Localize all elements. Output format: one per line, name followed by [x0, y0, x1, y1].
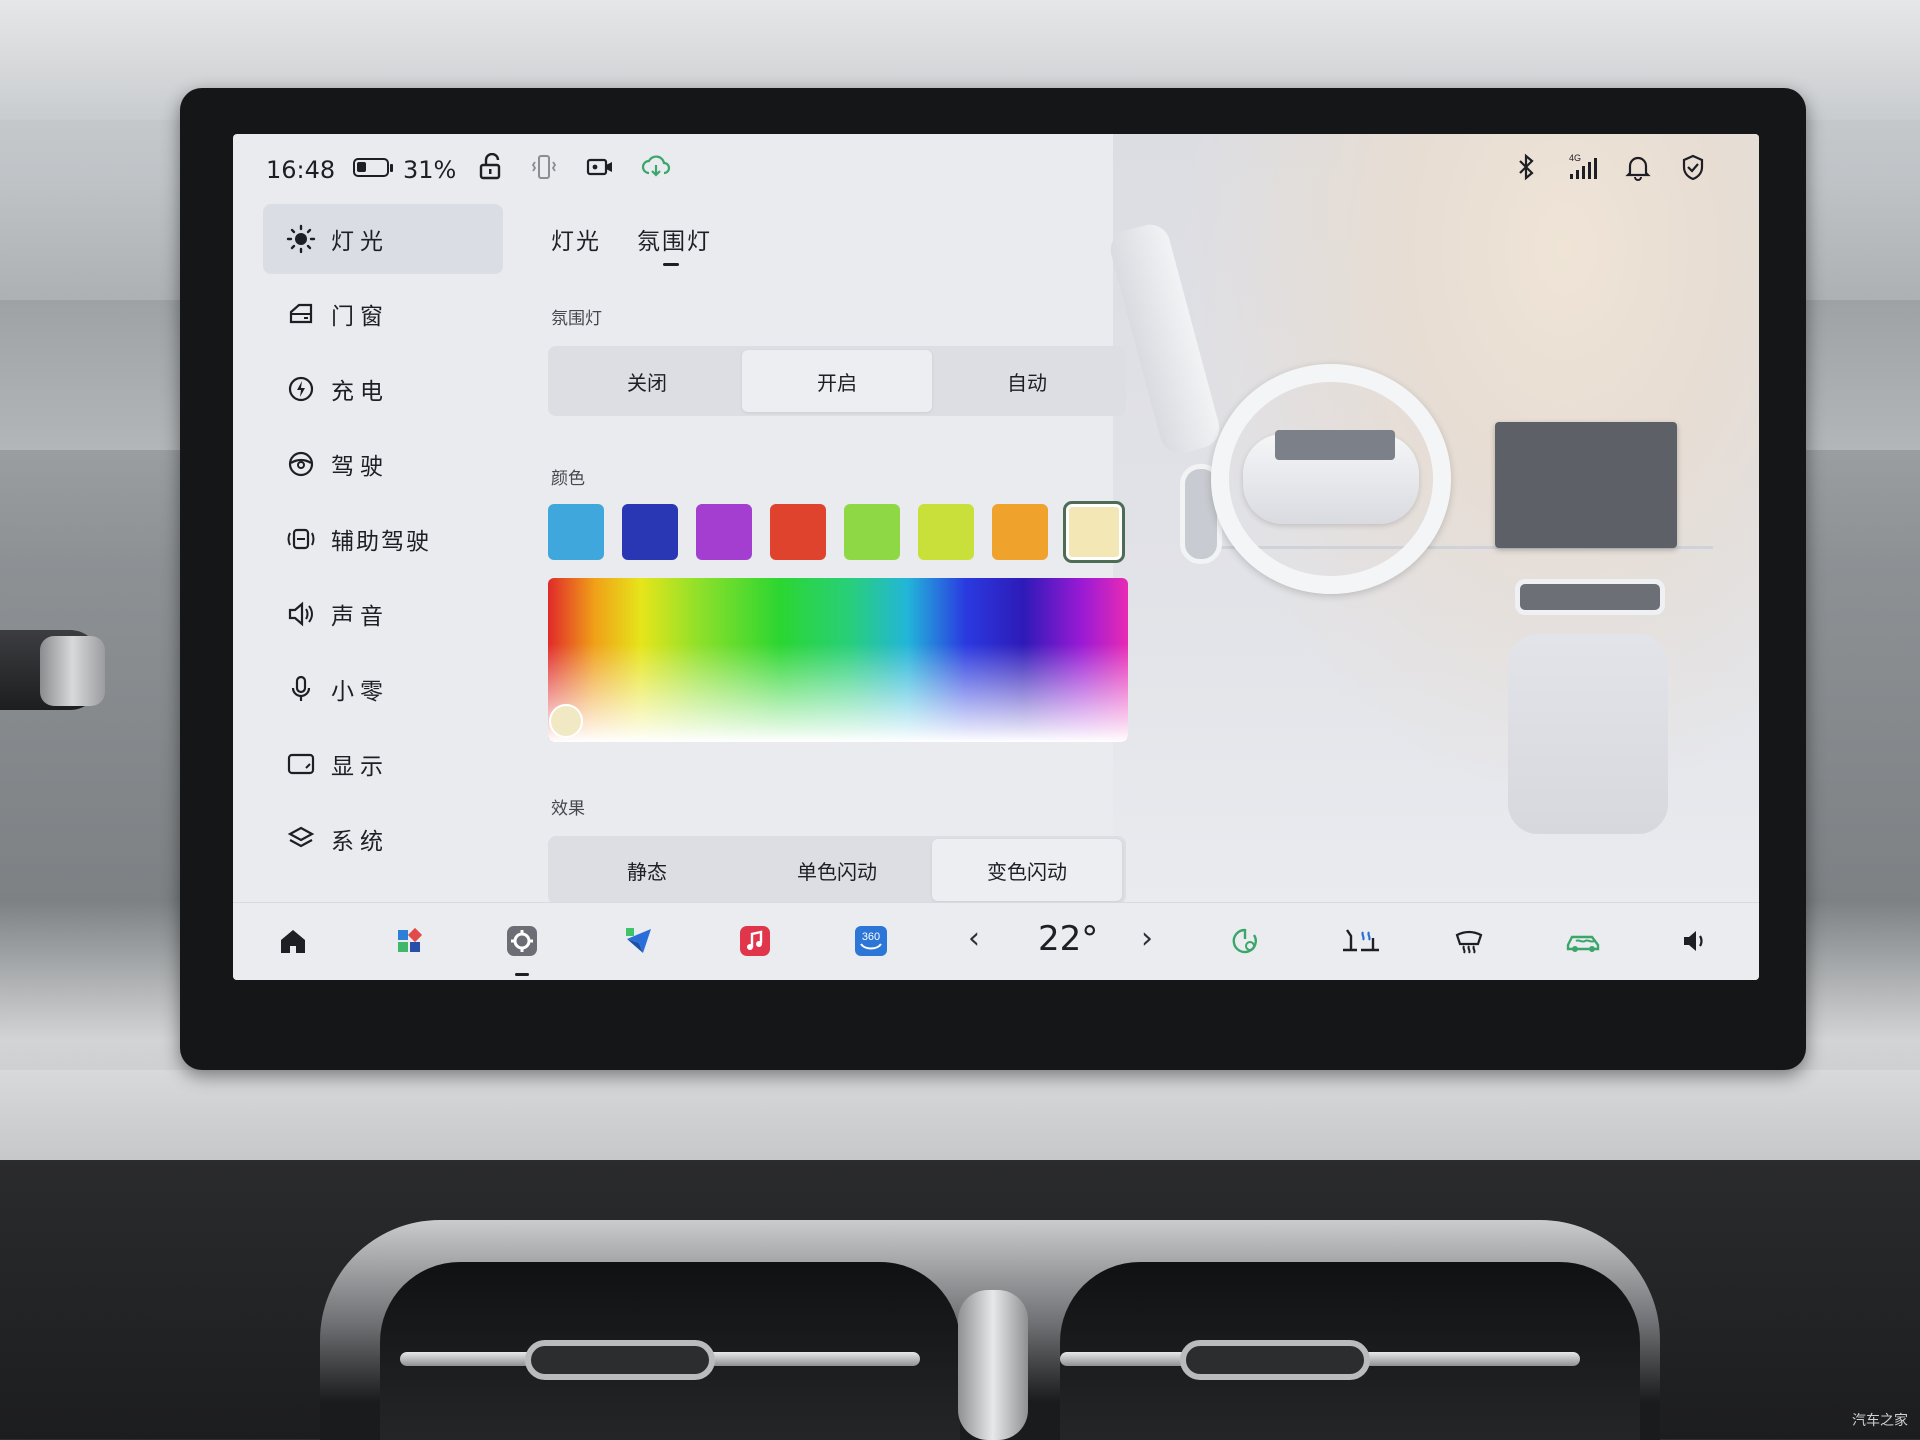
ambient-off-button[interactable]: 关闭 — [552, 350, 742, 412]
illustration-console — [1508, 634, 1668, 834]
color-section-label: 颜色 — [551, 469, 585, 489]
bluetooth-icon[interactable] — [1511, 152, 1541, 182]
color-swatch[interactable] — [1063, 501, 1125, 563]
lighting-tabs: 灯光 氛围灯 — [551, 222, 712, 266]
dashboard-lower — [0, 1070, 1920, 1160]
watermark: 汽车之家 — [1852, 1413, 1908, 1429]
camera-360-label: 360 — [862, 931, 880, 943]
sidebar-item-label: 充电 — [331, 379, 389, 405]
shield-check-icon[interactable] — [1678, 152, 1708, 182]
sidebar-item-driving-assist[interactable]: 辅助驾驶 — [263, 504, 503, 574]
sidebar-item-label: 驾驶 — [331, 454, 389, 480]
sidebar-item-sound[interactable]: 声音 — [263, 579, 503, 649]
camera-360-icon[interactable]: 360 — [853, 923, 889, 959]
layers-icon — [285, 823, 317, 855]
steering-stalk-knob — [40, 636, 105, 706]
temperature-decrease-button[interactable]: ‹ — [968, 921, 980, 956]
sidebar-item-voice-assistant[interactable]: 小零 — [263, 654, 503, 724]
home-icon[interactable] — [275, 923, 311, 959]
status-bar: 16:48 31% 4G — [233, 134, 1759, 190]
sidebar-item-label: 小零 — [331, 679, 389, 705]
color-swatch[interactable] — [844, 504, 900, 560]
signal-4g-label: 4G — [1569, 153, 1581, 163]
infotainment-screen: 16:48 31% 4G 灯光 门窗 充电 驾驶 辅助驾驶 声音 小零 显示 系… — [233, 134, 1759, 980]
color-swatches — [548, 501, 1125, 563]
color-swatch[interactable] — [622, 504, 678, 560]
effect-single-flash-button[interactable]: 单色闪动 — [742, 839, 932, 901]
sidebar-item-label: 灯光 — [331, 229, 389, 255]
effect-color-flash-button[interactable]: 变色闪动 — [932, 839, 1122, 901]
color-picker-handle[interactable] — [549, 704, 583, 738]
sidebar-item-label: 显示 — [331, 754, 389, 780]
sidebar-item-label: 声音 — [331, 604, 389, 630]
color-spectrum-picker[interactable] — [548, 578, 1128, 742]
status-time: 16:48 — [266, 156, 336, 184]
sidebar-item-display[interactable]: 显示 — [263, 729, 503, 799]
dashcam-icon[interactable] — [585, 152, 615, 182]
tab-lights[interactable]: 灯光 — [551, 222, 601, 256]
sidebar-item-label: 门窗 — [331, 304, 389, 330]
volume-icon[interactable] — [1677, 923, 1713, 959]
illustration-instrument-cluster — [1275, 430, 1395, 460]
temperature-increase-button[interactable]: › — [1141, 921, 1153, 956]
illustration-center-vents — [1515, 579, 1665, 615]
assist-drive-icon — [285, 523, 317, 555]
color-swatch[interactable] — [918, 504, 974, 560]
illustration-center-screen — [1495, 422, 1677, 548]
sidebar-item-system[interactable]: 系统 — [263, 804, 503, 874]
music-icon[interactable] — [737, 923, 773, 959]
car-air-icon[interactable] — [1563, 923, 1607, 959]
effect-mode-selector: 静态 单色闪动 变色闪动 — [548, 836, 1126, 904]
settings-sidebar: 灯光 门窗 充电 驾驶 辅助驾驶 声音 小零 显示 系统 — [263, 204, 503, 879]
signal-4g-icon: 4G — [1565, 152, 1601, 182]
battery-fill — [357, 162, 366, 172]
cloud-download-icon[interactable] — [641, 152, 671, 182]
microphone-icon — [285, 673, 317, 705]
ambient-on-button[interactable]: 开启 — [742, 350, 932, 412]
color-swatch[interactable] — [548, 504, 604, 560]
air-vent-center-divider — [958, 1290, 1028, 1440]
effect-section-label: 效果 — [551, 799, 585, 819]
battery-icon — [353, 158, 393, 177]
air-vent-right-knob — [1180, 1340, 1370, 1380]
color-swatch[interactable] — [770, 504, 826, 560]
display-icon — [285, 748, 317, 780]
active-app-indicator — [515, 973, 529, 976]
charge-icon — [285, 373, 317, 405]
sidebar-item-driving[interactable]: 驾驶 — [263, 429, 503, 499]
tab-ambient-light[interactable]: 氛围灯 — [637, 222, 712, 266]
color-swatch[interactable] — [992, 504, 1048, 560]
sun-icon — [285, 223, 317, 255]
apps-icon[interactable] — [391, 923, 427, 959]
temperature-display: 22° — [1038, 919, 1099, 959]
defrost-icon[interactable] — [1451, 923, 1487, 959]
unlock-icon[interactable] — [476, 152, 506, 182]
ambient-section-label: 氛围灯 — [551, 309, 602, 329]
settings-icon[interactable] — [504, 923, 540, 959]
effect-static-button[interactable]: 静态 — [552, 839, 742, 901]
phone-vibrate-icon[interactable] — [529, 152, 559, 182]
seat-heat-icon[interactable] — [1335, 923, 1385, 959]
sidebar-item-doors-windows[interactable]: 门窗 — [263, 279, 503, 349]
air-vent-left-knob — [525, 1340, 715, 1380]
ambient-mode-selector: 关闭 开启 自动 — [548, 346, 1126, 416]
bottom-dock: 360 ‹ 22° › — [233, 902, 1759, 980]
ambient-auto-button[interactable]: 自动 — [932, 350, 1122, 412]
steering-wheel-icon — [285, 448, 317, 480]
navigation-icon[interactable] — [621, 923, 657, 959]
sidebar-item-label: 辅助驾驶 — [331, 529, 431, 555]
sidebar-item-label: 系统 — [331, 829, 389, 855]
color-swatch[interactable] — [696, 504, 752, 560]
battery-percent: 31% — [403, 156, 457, 184]
door-icon — [285, 298, 317, 330]
bell-icon[interactable] — [1623, 152, 1653, 182]
sidebar-item-lights[interactable]: 灯光 — [263, 204, 503, 274]
speaker-icon — [285, 598, 317, 630]
fan-icon[interactable] — [1227, 923, 1263, 959]
sidebar-item-charging[interactable]: 充电 — [263, 354, 503, 424]
